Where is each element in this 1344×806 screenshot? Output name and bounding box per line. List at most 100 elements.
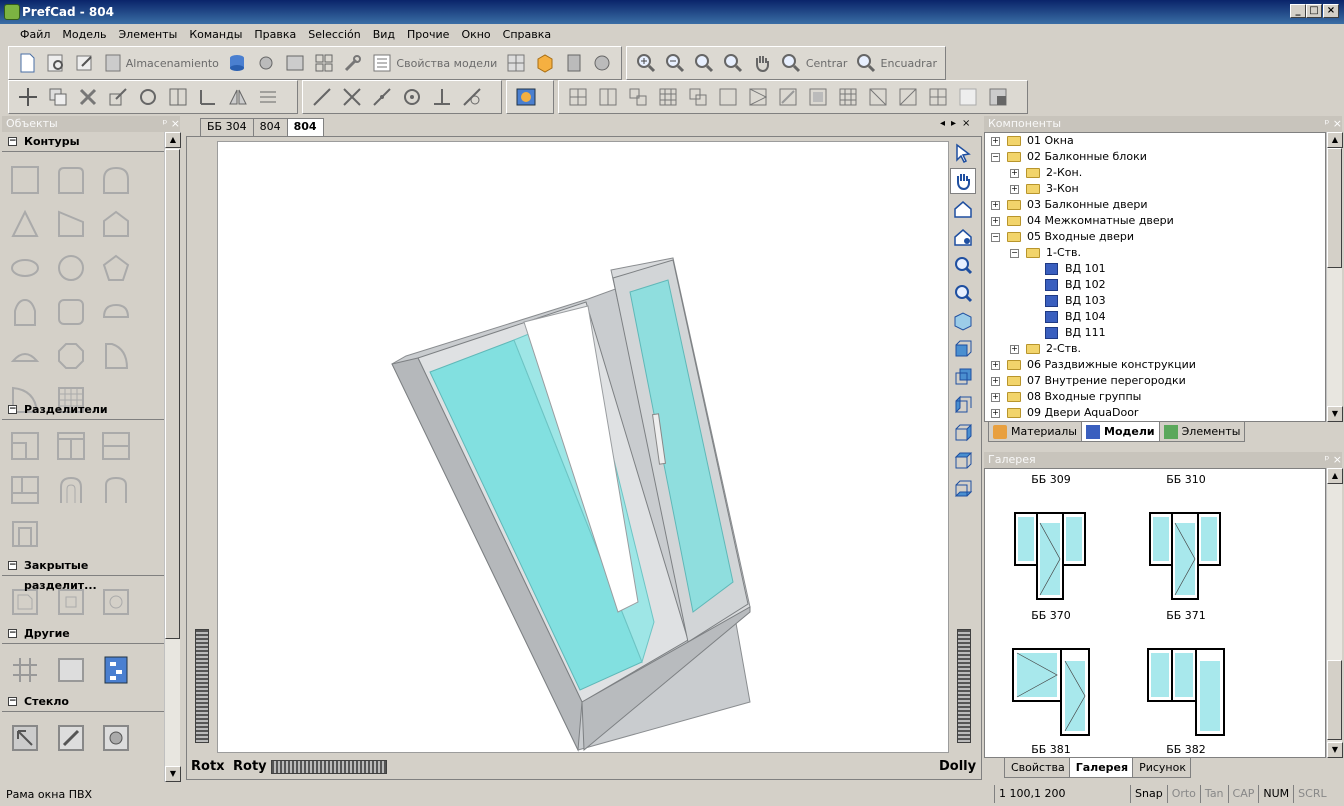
database-icon[interactable] [225,50,250,76]
arch-rect-shape-icon[interactable] [55,164,87,196]
menu-edit[interactable]: Правка [248,25,302,45]
glass-edit-icon[interactable] [55,722,87,754]
center-icon[interactable] [779,50,804,76]
components-scrollbar[interactable]: ▲ ▼ [1326,132,1343,422]
select-arrow-icon[interactable] [950,140,976,166]
tree-item[interactable]: ВД 111 [985,325,1325,341]
pentagon-house-shape-icon[interactable] [100,208,132,240]
divider-cross-icon[interactable] [9,474,41,506]
gallery-label[interactable]: ББ 381 [991,743,1111,756]
pan-hand-icon[interactable] [750,50,775,76]
gallery-label[interactable]: ББ 370 [991,609,1111,622]
tree-item[interactable]: − 05 Входные двери [985,229,1325,245]
maximize-button[interactable]: □ [1306,4,1322,18]
tree-item[interactable]: +06 Раздвижные конструкции [985,357,1325,373]
copy-icon[interactable] [45,84,71,110]
panel-close-icon[interactable]: ᵖ × [163,116,180,132]
menu-view[interactable]: Вид [367,25,401,45]
gothic-arch-shape-icon[interactable] [9,296,41,328]
tree-item[interactable]: ВД 104 [985,309,1325,325]
tab-nav-icons[interactable]: ◂▸× [940,118,976,129]
profile-1-icon[interactable] [565,84,591,110]
profile-2-icon[interactable] [595,84,621,110]
quarter-circle-shape-icon[interactable] [100,340,132,372]
divider-arch-icon[interactable] [55,474,87,506]
closed-divider-3-icon[interactable] [100,586,132,618]
tab-gallery[interactable]: Галерея [1068,758,1134,778]
zoom-fit-tool-icon[interactable] [950,252,976,278]
divider-corner-icon[interactable] [9,430,41,462]
scroll-down-icon[interactable]: ▼ [1327,742,1343,758]
view-left-icon[interactable] [950,392,976,418]
minimize-button[interactable]: _ [1290,4,1306,18]
gallery-label[interactable]: ББ 371 [1126,609,1246,622]
triangle-shape-icon[interactable] [9,208,41,240]
arch-shape-icon[interactable] [100,164,132,196]
pan-hand-tool-icon[interactable] [950,168,976,194]
profile-13-icon[interactable] [925,84,951,110]
frame-icon[interactable] [503,50,528,76]
circle-icon[interactable] [399,84,425,110]
tab-804-a[interactable]: 804 [252,118,288,136]
scroll-down-icon[interactable]: ▼ [1327,406,1343,422]
zoom-dynamic-icon[interactable] [691,50,716,76]
cross-icon[interactable] [339,84,365,110]
rotate-icon[interactable] [135,84,161,110]
gallery-close-icon[interactable]: ᵖ × [1325,452,1342,468]
gallery-label[interactable]: ББ 382 [1126,743,1246,756]
scroll-thumb[interactable] [165,149,180,639]
zoom-window-icon[interactable] [720,50,745,76]
zoom-in-icon[interactable] [633,50,658,76]
storage-icon[interactable] [102,50,124,76]
box-3d-icon[interactable] [532,50,557,76]
menu-commands[interactable]: Команды [183,25,248,45]
tools-icon[interactable] [341,50,366,76]
expand-icon[interactable]: + [991,361,1000,370]
gallery-label[interactable]: ББ 310 [1126,473,1246,486]
tree-item[interactable]: − 1-Ств. [985,245,1325,261]
tree-item[interactable]: − 02 Балконные блоки [985,149,1325,165]
tree-item[interactable]: +2-Кон. [985,165,1325,181]
rotation-slider[interactable] [271,760,387,774]
glass-shield-icon[interactable] [100,722,132,754]
scroll-up-icon[interactable]: ▲ [1327,132,1343,148]
viewport-canvas[interactable] [217,141,949,753]
delete-icon[interactable] [75,84,101,110]
tree-item[interactable]: +09 Двери AquaDoor [985,405,1325,421]
profile-11-icon[interactable] [865,84,891,110]
components-close-icon[interactable]: ᵖ × [1325,116,1342,132]
window-icon[interactable] [283,50,308,76]
tangent-icon[interactable] [459,84,485,110]
status-snap[interactable]: Snap [1130,785,1167,803]
home-view-icon[interactable] [950,196,976,222]
tree-item[interactable]: ВД 102 [985,277,1325,293]
expand-icon[interactable]: + [1010,345,1019,354]
balcony-block-382-thumb[interactable] [1146,647,1228,737]
tree-item[interactable]: +3-Кон [985,181,1325,197]
profile-4-icon[interactable] [655,84,681,110]
fit-label[interactable]: Encuadrar [881,57,937,70]
glass-arrow-icon[interactable] [9,722,41,754]
view-back-icon[interactable] [950,364,976,390]
profile-12-icon[interactable] [895,84,921,110]
zoom-tool-icon[interactable] [950,280,976,306]
ellipse-shape-icon[interactable] [9,252,41,284]
view-front-icon[interactable] [950,336,976,362]
profile-15-icon[interactable] [985,84,1011,110]
measure-icon[interactable] [195,84,221,110]
zoom-out-icon[interactable] [662,50,687,76]
tree-item[interactable]: +2-Ств. [985,341,1325,357]
profile-6-icon[interactable] [715,84,741,110]
tree-item[interactable]: +04 Межкомнатные двери [985,213,1325,229]
expand-icon[interactable]: + [991,217,1000,226]
divider-t-icon[interactable] [55,430,87,462]
pentagon-shape-icon[interactable] [100,252,132,284]
scale-icon[interactable] [105,84,131,110]
balcony-block-381-thumb[interactable] [1011,647,1093,737]
category-other[interactable]: − Другие [2,624,164,644]
gear-doc-icon[interactable] [254,50,279,76]
menu-model[interactable]: Модель [56,25,112,45]
profile-3-icon[interactable] [625,84,651,110]
preview-icon[interactable] [44,50,69,76]
gallery-label[interactable]: ББ 309 [991,473,1111,486]
